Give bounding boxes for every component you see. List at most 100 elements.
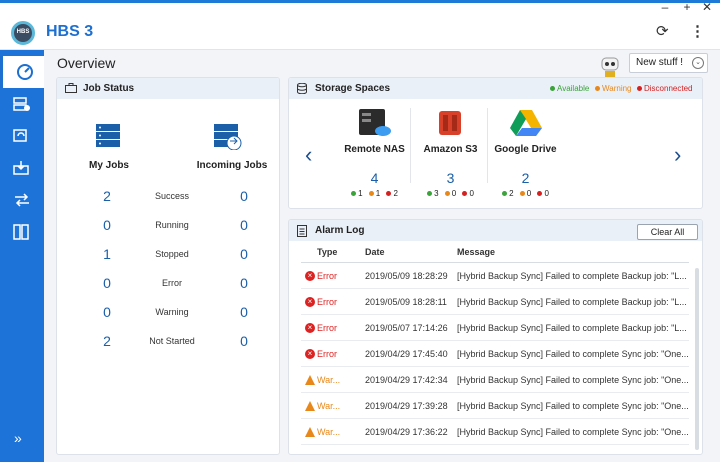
storage-spaces-panel: Storage Spaces Available Warning Disconn… [288,77,703,209]
alarm-message: [Hybrid Backup Sync] Failed to complete … [457,297,687,307]
warning-icon [305,427,315,437]
alarm-row[interactable]: × Error 2019/05/07 17:14:26 [Hybrid Back… [301,315,689,341]
more-vert-icon[interactable]: ⋮ [690,22,705,40]
alarm-log-title: Alarm Log [315,225,365,236]
my-jobs-count: 2 [103,188,111,204]
new-stuff-button[interactable]: New stuff ! ⌄ [629,53,708,73]
warning-count: 0 [526,189,532,198]
sync-icon [13,129,27,142]
legend-available: Available [550,78,589,99]
available-count: 2 [509,189,514,198]
log-icon [297,225,307,237]
sidebar-item-sync-jobs[interactable] [0,184,44,216]
alarm-row[interactable]: War... 2019/04/29 17:36:22 [Hybrid Backu… [301,419,689,445]
job-status-label: Not Started [149,336,195,346]
dashboard-icon [17,64,33,80]
storage-prev-arrow-icon[interactable]: ‹ [305,142,312,168]
storage-spaces-header: Storage Spaces Available Warning Disconn… [289,78,702,99]
job-status-label: Success [154,191,189,201]
job-status-label: Stopped [155,249,189,259]
main-content: Overview New stuff ! ⌄ Job Status My Job… [44,50,720,462]
job-status-label: Error [162,278,182,288]
incoming-jobs-count: 0 [240,246,248,262]
job-row-warning[interactable]: 0 Warning 0 [57,304,279,324]
job-row-not-started[interactable]: 2 Not Started 0 [57,333,279,353]
my-jobs-icon [96,124,120,147]
alarm-row[interactable]: × Error 2019/05/09 18:28:29 [Hybrid Back… [301,263,689,289]
hbs-logo-icon: HBS [11,21,35,45]
storage-next-arrow-icon[interactable]: › [674,142,681,168]
alarm-date: 2019/04/29 17:45:40 [365,349,448,359]
incoming-jobs-count: 0 [240,333,248,349]
nas-device-icon [359,109,391,136]
alarm-date: 2019/04/29 17:42:34 [365,375,448,385]
available-count: 3 [434,189,439,198]
warning-dot-icon [444,191,450,197]
alarm-scrollbar[interactable] [695,268,699,450]
warning-dot-icon [368,191,374,197]
new-stuff-label: New stuff ! [636,57,684,68]
column-date[interactable]: Date [365,247,385,257]
storage-spaces-title: Storage Spaces [315,83,391,94]
warning-dot-icon [595,86,600,92]
storage-name: Google Drive [494,144,557,155]
disconnected-dot-icon [637,86,642,92]
alarm-message: [Hybrid Backup Sync] Failed to complete … [457,401,689,411]
job-row-stopped[interactable]: 1 Stopped 0 [57,246,279,266]
alarm-message: [Hybrid Backup Sync] Failed to complete … [457,375,689,385]
job-row-running[interactable]: 0 Running 0 [57,217,279,237]
storage-item-google-drive[interactable]: Google Drive 2 2 0 0 [478,104,573,198]
job-status-title: Job Status [83,83,135,94]
disconnected-count: 0 [469,189,474,198]
alarm-message: [Hybrid Backup Sync] Failed to complete … [457,271,687,281]
job-status-label: Running [155,220,189,230]
sync-jobs-icon [15,193,29,207]
logo-text: HBS [16,29,30,35]
legend-available-label: Available [557,84,590,93]
sidebar-item-restore[interactable] [0,152,44,184]
my-jobs-count: 2 [103,333,111,349]
alarm-type: War... [317,375,341,385]
app-header: HBS HBS 3 ⟳ ⋮ [0,12,720,50]
legend-warning: Warning [595,78,632,99]
expand-sidebar-icon[interactable]: » [14,430,22,446]
amazon-s3-icon [439,111,461,135]
alarm-row[interactable]: × Error 2019/04/29 17:45:40 [Hybrid Back… [301,341,689,367]
sidebar-item-overview[interactable] [0,56,44,88]
alarm-date: 2019/05/09 18:28:29 [365,271,448,281]
app-title: HBS 3 [46,23,94,40]
alarm-row[interactable]: × Error 2019/05/09 18:28:11 [Hybrid Back… [301,289,689,315]
error-icon: × [305,271,315,281]
legend-disconnected: Disconnected [637,78,692,99]
sidebar-item-sync[interactable] [0,120,44,152]
alarm-type: War... [317,427,341,437]
clear-all-button[interactable]: Clear All [637,224,698,240]
disconnected-dot-icon [462,191,468,197]
alarm-date: 2019/04/29 17:36:22 [365,427,448,437]
storage-count: 2 [521,170,530,186]
alarm-log-panel: Alarm Log Clear All Type Date Message × … [288,219,703,455]
backup-icon [13,97,30,111]
sidebar-item-services[interactable] [0,216,44,248]
legend-disconnected-label: Disconnected [644,84,693,93]
alarm-row[interactable]: War... 2019/04/29 17:42:34 [Hybrid Backu… [301,367,689,393]
incoming-jobs-icon [214,124,242,150]
warning-count: 0 [451,189,457,198]
warning-dot-icon [519,191,525,197]
services-icon [13,224,29,240]
briefcase-icon [65,83,77,93]
job-row-error[interactable]: 0 Error 0 [57,275,279,295]
chevron-down-icon: ⌄ [692,57,704,69]
alarm-row[interactable]: War... 2019/04/29 17:39:28 [Hybrid Backu… [301,393,689,419]
window-titlebar: – + ✕ [0,0,720,13]
refresh-icon[interactable]: ⟳ [656,22,669,40]
alarm-message: [Hybrid Backup Sync] Failed to complete … [457,427,689,437]
column-message[interactable]: Message [457,247,495,257]
column-type[interactable]: Type [317,247,337,257]
alarm-type: Error [317,323,337,333]
error-icon: × [305,297,315,307]
incoming-jobs-label: Incoming Jobs [196,160,268,171]
job-row-success[interactable]: 2 Success 0 [57,188,279,208]
sidebar-item-backup[interactable] [0,88,44,120]
database-icon [297,83,307,94]
